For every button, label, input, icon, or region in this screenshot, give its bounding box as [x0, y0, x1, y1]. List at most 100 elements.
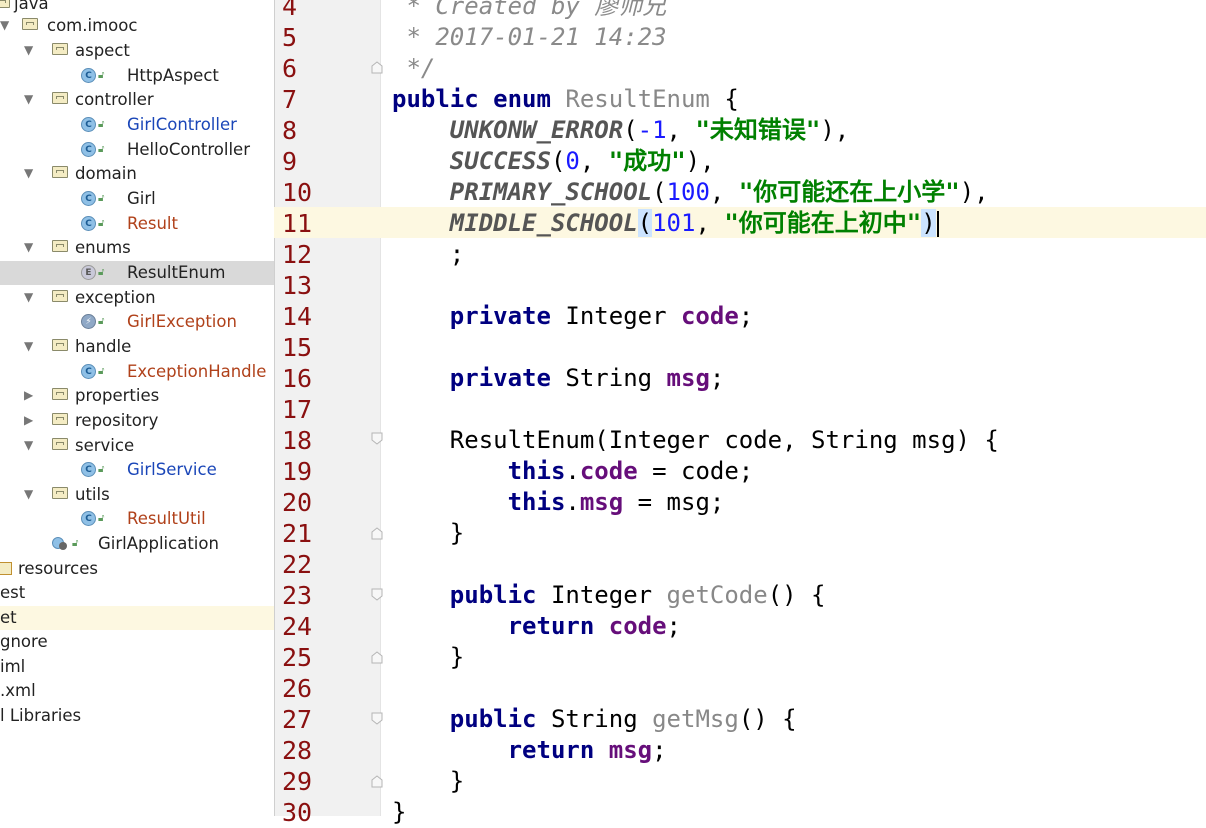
package-icon	[22, 18, 38, 30]
tree-item-resultutil[interactable]: C 🔓︎ ResultUtil	[0, 507, 274, 531]
tree-item-girl[interactable]: C 🔓︎ Girl	[0, 187, 274, 211]
fold-start-icon[interactable]	[370, 712, 384, 726]
lock-icon: 🔓︎	[98, 218, 105, 229]
package-icon	[52, 388, 68, 400]
class-icon: C	[81, 191, 96, 206]
tree-item-httpaspect[interactable]: C 🔓︎ HttpAspect	[0, 64, 274, 88]
code-line-18[interactable]: ResultEnum(Integer code, String msg) {	[392, 425, 999, 456]
expand-arrow-icon[interactable]: ▼	[24, 43, 33, 57]
tree-item-service[interactable]: ▼ service	[0, 434, 274, 458]
expand-arrow-icon[interactable]: ▼	[24, 92, 33, 106]
tree-item-controller[interactable]: ▼ controller	[0, 88, 274, 112]
tree-item-resultenum[interactable]: E 🔓︎ ResultEnum	[0, 261, 274, 285]
tree-item-exception[interactable]: ▼ exception	[0, 286, 274, 310]
tree-item-girlservice[interactable]: C 🔓︎ GirlService	[0, 458, 274, 482]
line-number: 14	[282, 302, 313, 331]
code-line-23[interactable]: public Integer getCode() {	[392, 580, 826, 611]
class-icon: C	[81, 216, 96, 231]
fold-end-icon[interactable]	[370, 650, 384, 664]
tree-item-pom[interactable]: .xml	[0, 679, 274, 703]
fold-end-icon[interactable]	[370, 774, 384, 788]
line-number: 19	[282, 457, 313, 486]
class-icon: C	[81, 462, 96, 477]
fold-gutter	[359, 0, 381, 816]
code-line-25[interactable]: }	[392, 642, 464, 673]
line-number: 11	[282, 209, 313, 238]
code-line-7[interactable]: public enum ResultEnum {	[392, 84, 739, 115]
package-icon	[52, 487, 68, 499]
tree-item-resources[interactable]: resources	[0, 557, 274, 581]
class-icon: C	[81, 142, 96, 157]
code-line-12[interactable]: ;	[392, 239, 464, 270]
package-icon	[52, 43, 68, 55]
fold-end-icon[interactable]	[370, 526, 384, 540]
expand-arrow-icon[interactable]: ▼	[24, 240, 33, 254]
collapse-arrow-icon[interactable]: ▶	[24, 388, 33, 402]
lock-icon: 🔓︎	[98, 119, 105, 130]
tree-item-iml[interactable]: iml	[0, 655, 274, 679]
lock-icon: 🔓︎	[98, 193, 105, 204]
tree-item-handle[interactable]: ▼ handle	[0, 335, 274, 359]
collapse-arrow-icon[interactable]: ▶	[24, 413, 33, 427]
tree-item-target[interactable]: et	[0, 606, 274, 630]
code-line-28[interactable]: return msg;	[392, 735, 667, 766]
line-number: 16	[282, 364, 313, 393]
line-number: 18	[282, 426, 313, 455]
tree-item-test[interactable]: est	[0, 581, 274, 605]
expand-arrow-icon[interactable]: ▼	[24, 487, 33, 501]
code-line-19[interactable]: this.code = code;	[392, 456, 754, 487]
text-cursor	[936, 211, 939, 237]
code-line-24[interactable]: return code;	[392, 611, 681, 642]
code-line-27[interactable]: public String getMsg() {	[392, 704, 797, 735]
tree-item-enums[interactable]: ▼ enums	[0, 236, 274, 260]
code-line-14[interactable]: private Integer code;	[392, 301, 753, 332]
tree-item-properties[interactable]: ▶ properties	[0, 384, 274, 408]
expand-arrow-icon[interactable]: ▼	[24, 339, 33, 353]
code-line-30[interactable]: }	[392, 797, 406, 828]
tree-item-result[interactable]: C 🔓︎ Result	[0, 212, 274, 236]
code-line-11[interactable]: MIDDLE_SCHOOL(101, "你可能在上初中")	[392, 208, 939, 239]
code-line-6[interactable]: */	[392, 53, 435, 84]
tree-item-utils[interactable]: ▼ utils	[0, 483, 274, 507]
tree-item-aspect[interactable]: ▼ aspect	[0, 39, 274, 63]
tree-item-repository[interactable]: ▶ repository	[0, 409, 274, 433]
package-icon	[52, 339, 68, 351]
code-line-21[interactable]: }	[392, 518, 464, 549]
package-icon	[52, 290, 68, 302]
expand-arrow-icon[interactable]: ▼	[24, 438, 33, 452]
tree-item-hellocontroller[interactable]: C 🔓︎ HelloController	[0, 138, 274, 162]
lock-icon: 🔓︎	[98, 316, 105, 327]
line-number: 21	[282, 519, 313, 548]
line-number: 26	[282, 674, 313, 703]
code-line-20[interactable]: this.msg = msg;	[392, 487, 725, 518]
tree-item-external-libraries[interactable]: l Libraries	[0, 704, 274, 728]
expand-arrow-icon[interactable]: ▼	[24, 290, 33, 304]
tree-item-com-imooc[interactable]: ▼ com.imooc	[0, 14, 274, 38]
lock-icon: 🔓︎	[98, 70, 105, 81]
code-line-29[interactable]: }	[392, 766, 464, 797]
fold-start-icon[interactable]	[370, 432, 384, 446]
code-line-10[interactable]: PRIMARY_SCHOOL(100, "你可能还在上小学"),	[392, 177, 989, 208]
tree-item-girlexception[interactable]: ⚡ 🔓︎ GirlException	[0, 310, 274, 334]
code-line-8[interactable]: UNKONW_ERROR(-1, "未知错误"),	[392, 115, 849, 146]
enum-icon: E	[81, 265, 96, 280]
tree-item-girlcontroller[interactable]: C 🔓︎ GirlController	[0, 113, 274, 137]
package-icon	[52, 240, 68, 252]
fold-end-icon[interactable]	[370, 60, 384, 74]
line-number: 15	[282, 333, 313, 362]
expand-arrow-icon[interactable]: ▼	[24, 166, 33, 180]
code-line-4[interactable]: * Created by 廖师兄	[392, 0, 666, 22]
code-line-16[interactable]: private String msg;	[392, 363, 725, 394]
code-line-5[interactable]: * 2017-01-21 14:23	[392, 22, 666, 53]
tree-item-gitignore[interactable]: gnore	[0, 630, 274, 654]
expand-arrow-icon[interactable]: ▼	[0, 18, 9, 32]
tree-item-girlapplication[interactable]: 🔓︎ GirlApplication	[0, 532, 274, 556]
line-number: 9	[282, 147, 298, 176]
tree-item-domain[interactable]: ▼ domain	[0, 162, 274, 186]
class-icon: C	[81, 68, 96, 83]
lock-icon: 🔓︎	[98, 267, 105, 278]
tree-item-exceptionhandle[interactable]: C 🔓︎ ExceptionHandle	[0, 360, 274, 384]
code-line-9[interactable]: SUCCESS(0, "成功"),	[392, 146, 715, 177]
class-icon: C	[81, 364, 96, 379]
fold-start-icon[interactable]	[370, 588, 384, 602]
